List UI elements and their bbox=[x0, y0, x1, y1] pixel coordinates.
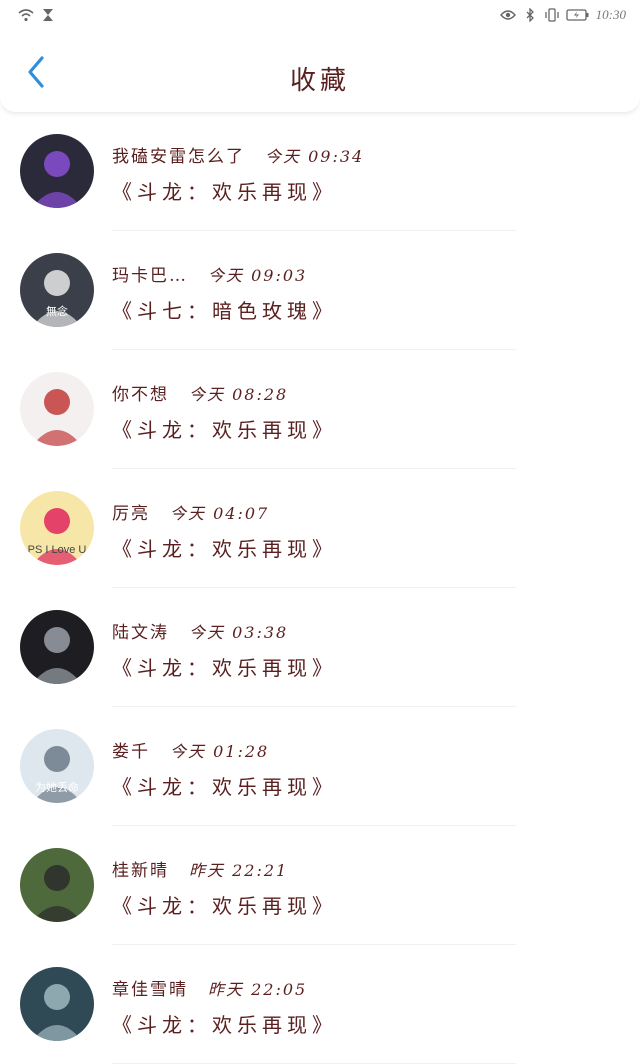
avatar-image bbox=[20, 610, 94, 684]
avatar-image bbox=[20, 372, 94, 446]
item-meta: 章佳雪晴 昨天 22:05 bbox=[112, 975, 307, 1000]
avatar[interactable] bbox=[20, 134, 94, 208]
avatar-image bbox=[20, 967, 94, 1041]
timestamp: 今天 04:07 bbox=[170, 504, 270, 523]
timestamp: 今天 03:38 bbox=[189, 623, 289, 642]
avatar-image: 無念 bbox=[20, 253, 94, 327]
avatar-image bbox=[20, 848, 94, 922]
status-time: 10:30 bbox=[595, 7, 626, 22]
bluetooth-icon bbox=[522, 7, 538, 23]
item-meta: 陆文涛 今天 03:38 bbox=[112, 618, 288, 643]
favorites-list: 我磕安雷怎么了 今天 09:34 《斗龙：欢乐再现》 無念 玛卡巴… 今天 09… bbox=[0, 112, 640, 1064]
user-name: 章佳雪晴 bbox=[112, 980, 188, 1000]
avatar-image bbox=[20, 134, 94, 208]
user-name: 我磕安雷怎么了 bbox=[112, 147, 245, 167]
timestamp: 今天 01:28 bbox=[170, 742, 270, 761]
avatar-image: 为她丢命 bbox=[20, 729, 94, 803]
book-title: 《斗龙：欢乐再现》 bbox=[112, 180, 337, 204]
list-item[interactable]: 你不想 今天 08:28 《斗龙：欢乐再现》 bbox=[0, 350, 640, 469]
timestamp: 今天 08:28 bbox=[189, 385, 289, 404]
header: 收藏 bbox=[0, 30, 640, 113]
user-name: 你不想 bbox=[112, 385, 169, 405]
user-name: 娄千 bbox=[112, 742, 150, 762]
avatar-image: PS I Love U bbox=[20, 491, 94, 565]
book-title: 《斗龙：欢乐再现》 bbox=[112, 894, 337, 918]
svg-text:PS I Love U: PS I Love U bbox=[28, 544, 87, 556]
svg-text:無念: 無念 bbox=[46, 304, 68, 318]
item-meta: 玛卡巴… 今天 09:03 bbox=[112, 261, 307, 286]
status-bar: 10:30 bbox=[0, 0, 640, 30]
book-title: 《斗龙：欢乐再现》 bbox=[112, 418, 337, 442]
item-meta: 厉亮 今天 04:07 bbox=[112, 499, 269, 524]
item-meta: 娄千 今天 01:28 bbox=[112, 737, 269, 762]
list-item[interactable]: 無念 玛卡巴… 今天 09:03 《斗七：暗色玫瑰》 bbox=[0, 231, 640, 350]
svg-text:为她丢命: 为她丢命 bbox=[35, 780, 79, 794]
book-title: 《斗龙：欢乐再现》 bbox=[112, 537, 337, 561]
avatar[interactable]: 無念 bbox=[20, 253, 94, 327]
eye-icon bbox=[499, 7, 516, 23]
page-title: 收藏 bbox=[289, 66, 350, 96]
avatar[interactable] bbox=[20, 372, 94, 446]
user-name: 桂新晴 bbox=[112, 861, 169, 881]
book-title: 《斗七：暗色玫瑰》 bbox=[112, 299, 337, 323]
item-meta: 你不想 今天 08:28 bbox=[112, 380, 288, 405]
avatar[interactable]: 为她丢命 bbox=[20, 729, 94, 803]
book-title: 《斗龙：欢乐再现》 bbox=[112, 656, 337, 680]
avatar[interactable] bbox=[20, 848, 94, 922]
timestamp: 今天 09:03 bbox=[208, 266, 308, 285]
timestamp: 昨天 22:05 bbox=[208, 980, 308, 999]
wifi-icon bbox=[18, 7, 34, 23]
item-meta: 桂新晴 昨天 22:21 bbox=[112, 856, 288, 881]
avatar[interactable] bbox=[20, 610, 94, 684]
book-title: 《斗龙：欢乐再现》 bbox=[112, 775, 337, 799]
user-name: 玛卡巴… bbox=[112, 266, 188, 286]
list-item[interactable]: 陆文涛 今天 03:38 《斗龙：欢乐再现》 bbox=[0, 588, 640, 707]
battery-icon bbox=[566, 7, 590, 23]
item-meta: 我磕安雷怎么了 今天 09:34 bbox=[112, 142, 364, 167]
timestamp: 今天 09:34 bbox=[265, 147, 365, 166]
list-item[interactable]: 我磕安雷怎么了 今天 09:34 《斗龙：欢乐再现》 bbox=[0, 112, 640, 231]
avatar[interactable]: PS I Love U bbox=[20, 491, 94, 565]
timestamp: 昨天 22:21 bbox=[189, 861, 289, 880]
list-item[interactable]: 为她丢命 娄千 今天 01:28 《斗龙：欢乐再现》 bbox=[0, 707, 640, 826]
vibrate-icon bbox=[544, 7, 560, 23]
list-item[interactable]: 桂新晴 昨天 22:21 《斗龙：欢乐再现》 bbox=[0, 826, 640, 945]
list-item[interactable]: PS I Love U 厉亮 今天 04:07 《斗龙：欢乐再现》 bbox=[0, 469, 640, 588]
hourglass-icon bbox=[40, 7, 56, 23]
list-item[interactable]: 章佳雪晴 昨天 22:05 《斗龙：欢乐再现》 bbox=[0, 945, 640, 1064]
user-name: 厉亮 bbox=[112, 504, 150, 524]
avatar[interactable] bbox=[20, 967, 94, 1041]
user-name: 陆文涛 bbox=[112, 623, 169, 643]
